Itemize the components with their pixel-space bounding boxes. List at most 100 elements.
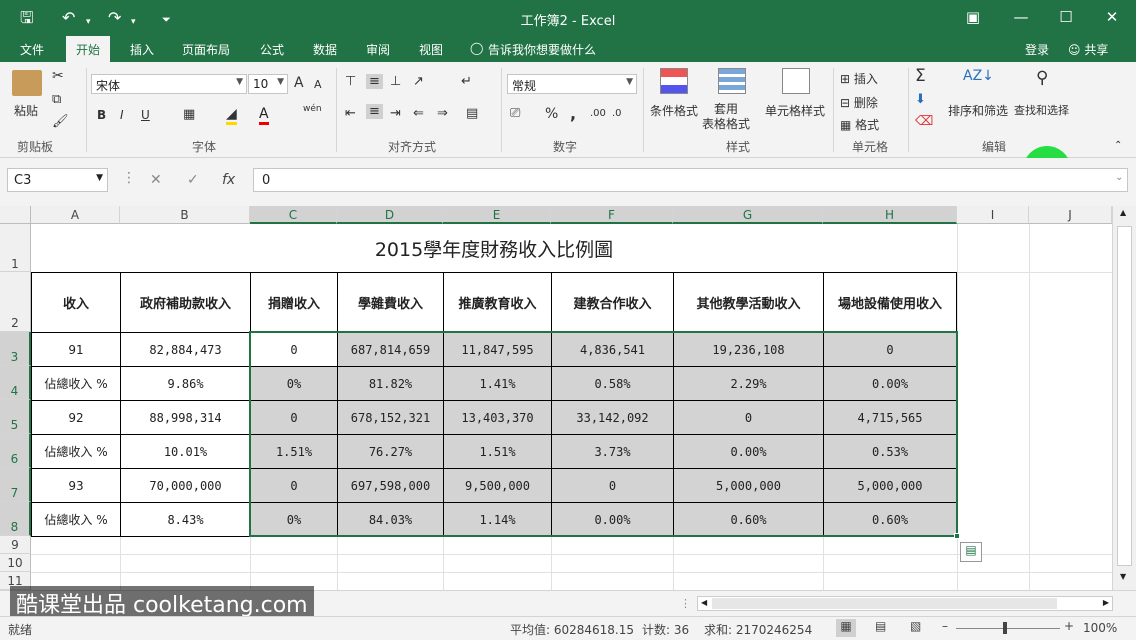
table-cell[interactable]: 8.43%	[120, 502, 251, 537]
table-cell[interactable]: 5,000,000	[823, 468, 957, 503]
search-icon[interactable]: ⚲	[1036, 68, 1048, 88]
ribbon-display-icon[interactable]: ▣	[958, 7, 988, 29]
header-cell[interactable]: 建教合作收入	[551, 272, 674, 333]
table-cell[interactable]: 687,814,659	[337, 332, 444, 367]
row-header-2[interactable]: 2	[0, 272, 31, 332]
zoom-slider-thumb[interactable]	[1003, 622, 1007, 634]
expand-formula-icon[interactable]: ⌄	[1115, 172, 1123, 183]
format-cells-button[interactable]: ▦ 格式	[840, 116, 879, 133]
table-cell[interactable]: 0%	[250, 366, 338, 401]
increase-indent-icon[interactable]: ⇒	[437, 106, 448, 121]
column-header-h[interactable]: H	[823, 206, 957, 224]
row-header-1[interactable]: 1	[0, 224, 31, 272]
increase-font-icon[interactable]: A	[294, 75, 304, 91]
table-cell[interactable]: 0.60%	[673, 502, 824, 537]
merge-center-icon[interactable]: ▤	[466, 106, 478, 121]
cell-styles-button[interactable]: 单元格样式	[765, 102, 825, 119]
table-cell[interactable]: 9,500,000	[443, 468, 552, 503]
header-cell[interactable]: 推廣教育收入	[443, 272, 552, 333]
sheet-title[interactable]: 2015學年度財務收入比例圖	[31, 224, 957, 272]
decrease-indent-icon[interactable]: ⇐	[413, 106, 424, 121]
collapse-ribbon-icon[interactable]: ⌃	[1114, 140, 1122, 151]
column-header-e[interactable]: E	[443, 206, 551, 224]
scroll-up-icon[interactable]: ▲	[1120, 208, 1126, 217]
header-cell[interactable]: 其他教學活動收入	[673, 272, 824, 333]
increase-decimal-icon[interactable]: .00	[590, 108, 606, 119]
tab-home[interactable]: 开始	[66, 36, 111, 62]
vertical-scrollbar[interactable]: ▲ ▼	[1112, 206, 1136, 590]
zoom-in-icon[interactable]: +	[1064, 619, 1074, 633]
align-top-icon[interactable]: ⊤	[345, 74, 356, 89]
select-all-corner[interactable]	[0, 206, 31, 224]
zoom-out-icon[interactable]: –	[942, 619, 948, 633]
row-header-8[interactable]: 8	[0, 502, 31, 536]
hscroll-thumb[interactable]	[712, 598, 1057, 609]
table-cell[interactable]: 0	[250, 332, 338, 367]
table-cell[interactable]: 0	[551, 468, 674, 503]
quick-analysis-icon[interactable]: ▤	[960, 542, 982, 562]
scroll-left-icon[interactable]: ◀	[701, 598, 707, 607]
format-as-table-button[interactable]: 套用 表格格式	[702, 102, 750, 132]
row-header-5[interactable]: 5	[0, 400, 31, 434]
table-cell[interactable]: 4,715,565	[823, 400, 957, 435]
decrease-decimal-icon[interactable]: .0	[612, 108, 622, 119]
header-cell[interactable]: 場地設備使用收入	[823, 272, 957, 333]
clear-icon[interactable]: ⌫	[915, 114, 933, 129]
zoom-level[interactable]: 100%	[1083, 621, 1117, 635]
align-center-icon[interactable]: ≡	[366, 104, 383, 119]
table-cell[interactable]: 佔總收入 %	[31, 502, 121, 537]
tab-review[interactable]: 审阅	[366, 41, 390, 58]
phonetic-icon[interactable]: wén	[303, 104, 322, 114]
header-cell[interactable]: 學雜費收入	[337, 272, 444, 333]
table-cell[interactable]: 93	[31, 468, 121, 503]
table-cell[interactable]: 4,836,541	[551, 332, 674, 367]
table-cell[interactable]: 82,884,473	[120, 332, 251, 367]
table-cell[interactable]: 678,152,321	[337, 400, 444, 435]
table-cell[interactable]: 697,598,000	[337, 468, 444, 503]
page-layout-view-icon[interactable]: ▤	[875, 619, 886, 633]
scroll-right-icon[interactable]: ▶	[1103, 598, 1109, 607]
tab-data[interactable]: 数据	[313, 41, 337, 58]
row-header-7[interactable]: 7	[0, 468, 31, 502]
table-cell[interactable]: 84.03%	[337, 502, 444, 537]
zoom-slider[interactable]	[956, 628, 1060, 629]
header-cell[interactable]: 捐贈收入	[250, 272, 338, 333]
align-left-icon[interactable]: ⇤	[345, 106, 356, 121]
table-cell[interactable]: 76.27%	[337, 434, 444, 469]
scroll-down-icon[interactable]: ▼	[1120, 572, 1126, 581]
table-cell[interactable]: 1.51%	[443, 434, 552, 469]
table-cell[interactable]: 0.00%	[823, 366, 957, 401]
decrease-font-icon[interactable]: A	[314, 78, 322, 91]
accounting-icon[interactable]: ⎚	[510, 106, 520, 121]
fill-handle[interactable]	[954, 533, 960, 539]
format-as-table-icon[interactable]	[718, 68, 746, 94]
table-cell[interactable]: 0.60%	[823, 502, 957, 537]
font-color-icon[interactable]: A	[259, 106, 269, 125]
sum-status[interactable]: 求和: 2170246254	[704, 621, 812, 638]
enter-icon[interactable]: ✓	[187, 172, 199, 188]
formula-input[interactable]: 0	[253, 168, 1128, 192]
font-size-select[interactable]: 10 ▼	[248, 74, 288, 94]
wrap-text-icon[interactable]: ↵	[461, 74, 472, 89]
scroll-thumb[interactable]	[1117, 226, 1132, 566]
page-break-view-icon[interactable]: ▧	[910, 619, 921, 633]
tab-view[interactable]: 视图	[419, 41, 443, 58]
comma-button[interactable]: ,	[570, 104, 576, 123]
row-header-9[interactable]: 9	[0, 536, 31, 554]
normal-view-icon[interactable]: ▦	[836, 619, 856, 637]
table-cell[interactable]: 0.00%	[673, 434, 824, 469]
row-header-6[interactable]: 6	[0, 434, 31, 468]
column-header-a[interactable]: A	[31, 206, 120, 224]
table-cell[interactable]: 13,403,370	[443, 400, 552, 435]
table-cell[interactable]: 92	[31, 400, 121, 435]
table-cell[interactable]: 33,142,092	[551, 400, 674, 435]
tab-page-layout[interactable]: 页面布局	[182, 41, 230, 58]
underline-button[interactable]: U	[141, 108, 150, 122]
find-select-button[interactable]: 查找和选择	[1014, 102, 1069, 118]
cancel-icon[interactable]: ✕	[150, 172, 162, 188]
header-cell[interactable]: 政府補助款收入	[120, 272, 251, 333]
column-header-g[interactable]: G	[673, 206, 823, 224]
minimize-button[interactable]: —	[1006, 7, 1036, 29]
close-button[interactable]: ✕	[1097, 7, 1127, 29]
maximize-button[interactable]: ☐	[1051, 7, 1081, 29]
